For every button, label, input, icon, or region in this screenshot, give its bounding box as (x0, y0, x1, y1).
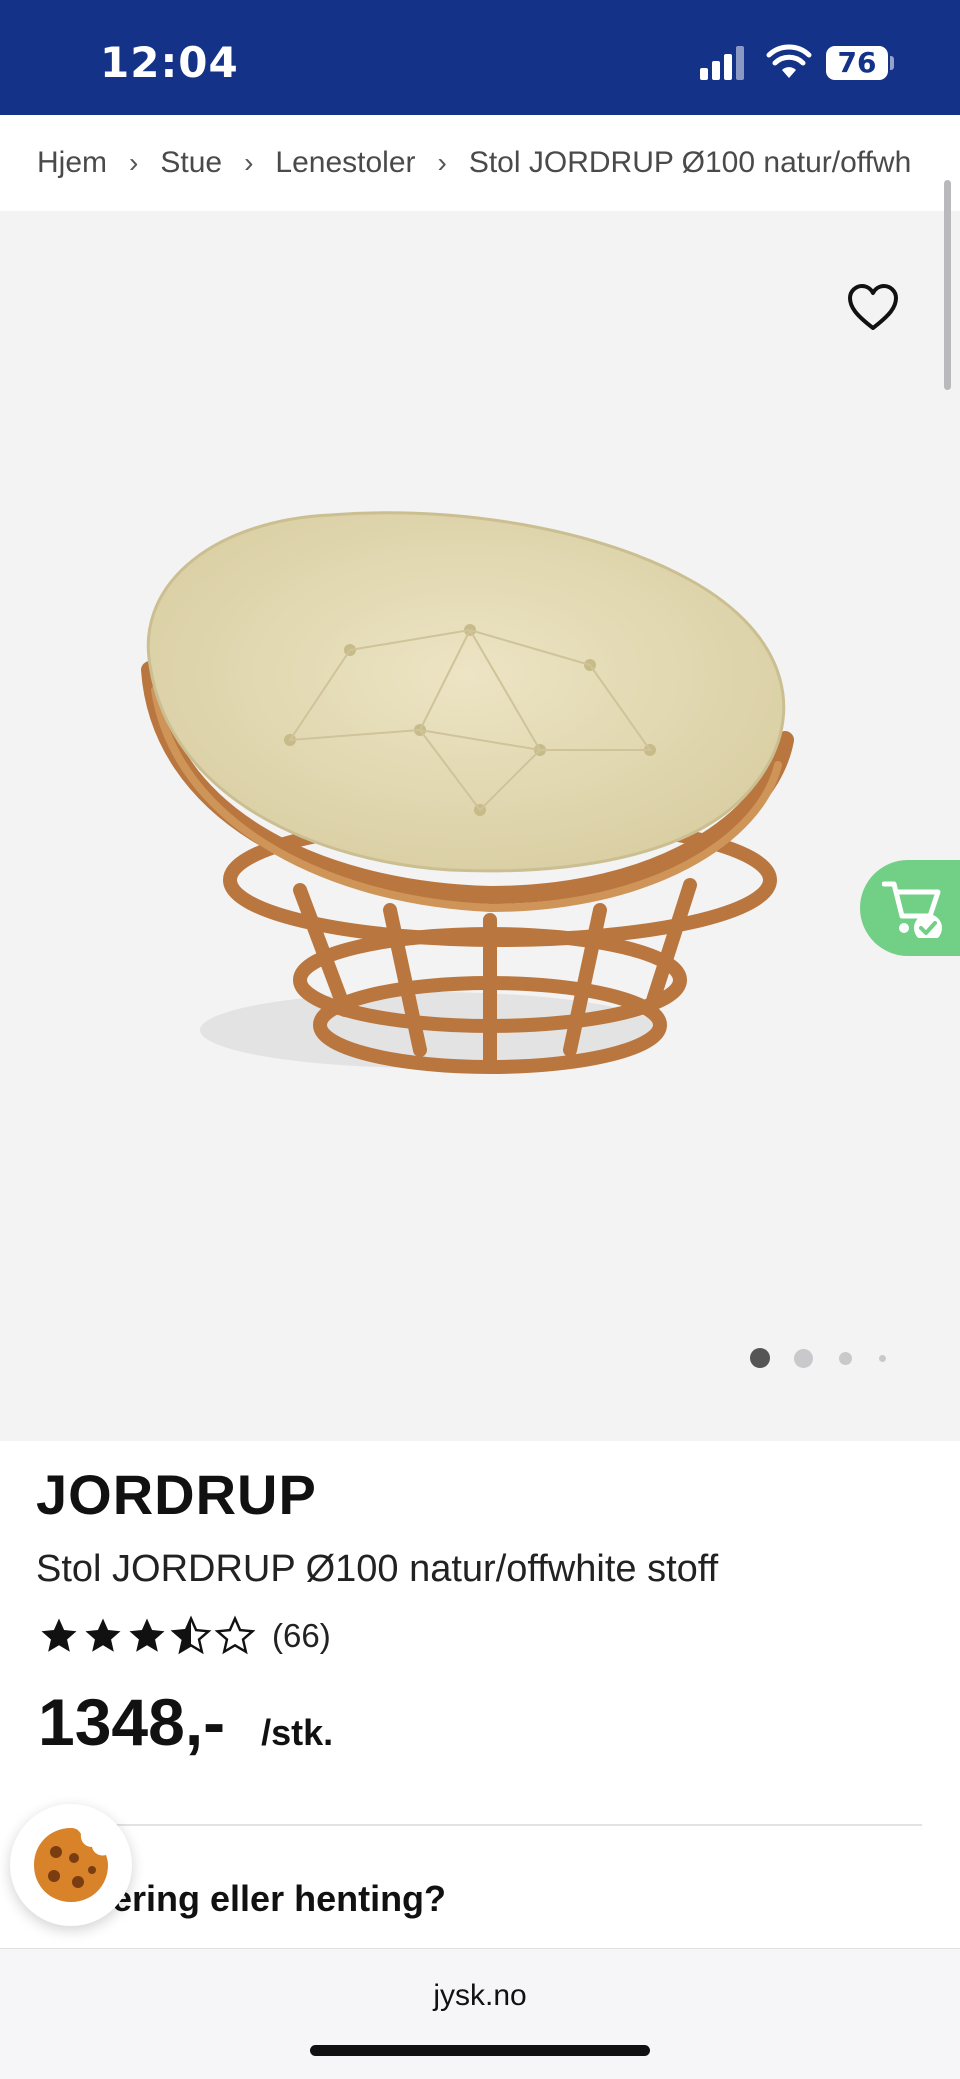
gallery-dot-active[interactable] (750, 1348, 770, 1368)
home-indicator[interactable] (310, 2045, 650, 2056)
breadcrumb-separator: › (437, 147, 447, 178)
breadcrumb-separator: › (244, 147, 254, 178)
add-to-cart-button[interactable] (860, 860, 960, 956)
review-count[interactable]: (66) (272, 1617, 331, 1655)
status-bar: 12:04 76 (0, 0, 960, 115)
breadcrumb-lenestoler[interactable]: Lenestoler (275, 146, 415, 180)
battery-icon: 76 (826, 46, 888, 80)
star-half-icon (170, 1615, 212, 1655)
gallery-dot[interactable] (879, 1355, 886, 1362)
product-image (141, 511, 794, 1074)
status-time: 12:04 (100, 38, 239, 87)
product-brand: JORDRUP (36, 1463, 317, 1526)
product-name: Stol JORDRUP Ø100 natur/offwhite stoff (36, 1548, 719, 1590)
delivery-question[interactable]: ering eller henting? (112, 1878, 446, 1920)
browser-bottom-bar: jysk.no (0, 1948, 960, 2079)
battery-tip (890, 56, 894, 70)
gallery-dot[interactable] (794, 1349, 813, 1368)
product-rating[interactable]: (66) (38, 1612, 331, 1660)
cookie-settings-button[interactable] (10, 1804, 132, 1926)
star-filled-icon (129, 1618, 165, 1652)
price-row: 1348,- /stk. (38, 1684, 333, 1760)
star-filled-icon (85, 1618, 121, 1652)
cookie-icon (34, 1828, 108, 1902)
star-empty-icon (214, 1615, 256, 1655)
url-label[interactable]: jysk.no (0, 1979, 960, 2013)
signal-icon (700, 46, 744, 80)
scrollbar[interactable] (944, 180, 951, 390)
wifi-icon (766, 44, 812, 78)
breadcrumb: Hjem › Stue › Lenestoler › Stol JORDRUP … (0, 115, 960, 211)
breadcrumb-current: Stol JORDRUP Ø100 natur/offwh (468, 146, 912, 179)
breadcrumb-separator: › (129, 147, 139, 178)
star-filled-icon (41, 1618, 77, 1652)
product-price: 1348,- (38, 1685, 226, 1759)
gallery-dot[interactable] (839, 1352, 852, 1365)
breadcrumb-stue[interactable]: Stue (160, 146, 222, 180)
breadcrumb-home[interactable]: Hjem (37, 146, 107, 180)
gallery-pagination (0, 1348, 960, 1368)
price-unit: /stk. (261, 1712, 334, 1753)
cart-check-icon (882, 881, 942, 938)
heart-outline-icon[interactable] (846, 283, 900, 333)
divider (38, 1824, 922, 1826)
